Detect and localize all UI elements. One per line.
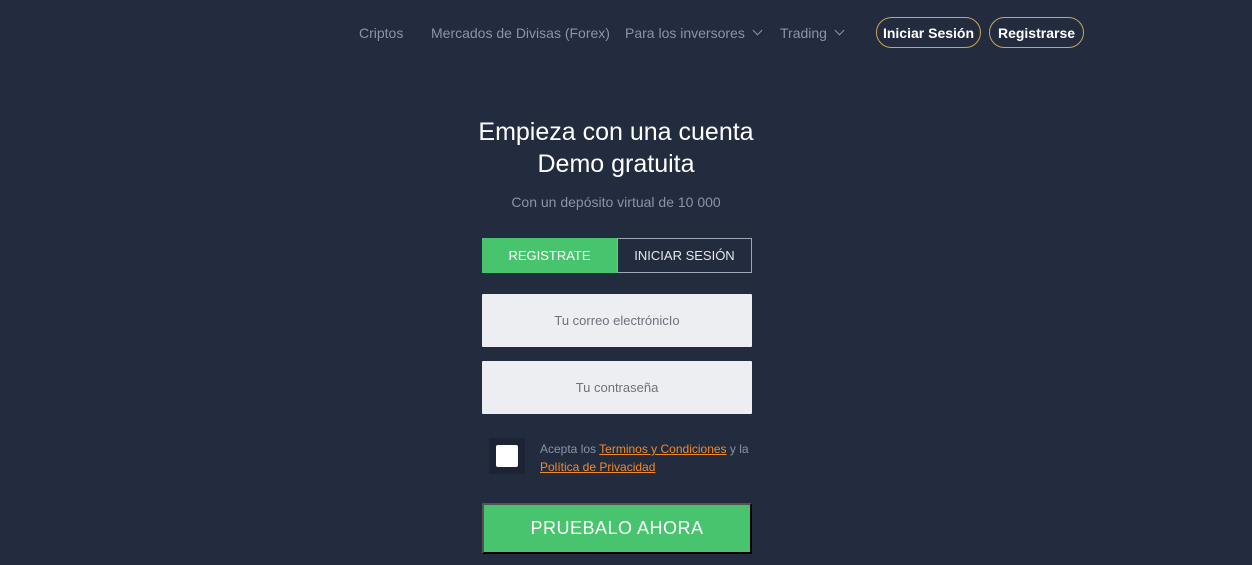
- password-input[interactable]: [482, 361, 752, 414]
- nav-link-label: Trading: [780, 25, 827, 41]
- nav-link-label: Mercados de Divisas (Forex): [431, 25, 610, 41]
- nav-link-criptos[interactable]: Criptos: [359, 25, 403, 41]
- try-now-button[interactable]: PRUEBALO AHORA: [482, 503, 752, 554]
- email-input[interactable]: [482, 294, 752, 347]
- terms-checkbox[interactable]: [489, 438, 525, 474]
- checkbox-square: [496, 445, 518, 467]
- chevron-down-icon: [752, 25, 763, 35]
- terms-middle: y la: [726, 442, 749, 456]
- auth-tabs: REGISTRATE INICIAR SESIÓN: [482, 238, 752, 273]
- page-subtitle: Con un depósito virtual de 10 000: [511, 194, 721, 210]
- tab-login[interactable]: INICIAR SESIÓN: [617, 238, 752, 273]
- title-line-2: Demo gratuita: [537, 150, 695, 178]
- terms-link[interactable]: Terminos y Condiciones: [599, 442, 726, 456]
- nav-link-investors[interactable]: Para los inversores: [625, 25, 763, 41]
- login-button[interactable]: Iniciar Sesión: [876, 17, 981, 48]
- privacy-link[interactable]: Política de Privacidad: [540, 460, 655, 474]
- tab-register[interactable]: REGISTRATE: [482, 238, 617, 273]
- terms-prefix: Acepta los: [540, 442, 600, 456]
- title-line-1: Empieza con una cuenta: [478, 118, 754, 146]
- nav-link-label: Criptos: [359, 25, 404, 41]
- nav-link-trading[interactable]: Trading: [780, 25, 845, 41]
- page-title: Empieza con una cuenta Demo gratuita: [0, 116, 1232, 180]
- nav-link-label: Para los inversores: [625, 25, 745, 41]
- nav-link-forex[interactable]: Mercados de Divisas (Forex): [431, 25, 610, 41]
- chevron-down-icon: [834, 25, 845, 35]
- page: Criptos Mercados de Divisas (Forex) Para…: [0, 0, 1252, 565]
- top-nav: Criptos Mercados de Divisas (Forex) Para…: [0, 17, 1252, 49]
- register-button[interactable]: Registrarse: [989, 17, 1084, 48]
- terms-text: Acepta los Terminos y Condiciones y la P…: [540, 440, 760, 476]
